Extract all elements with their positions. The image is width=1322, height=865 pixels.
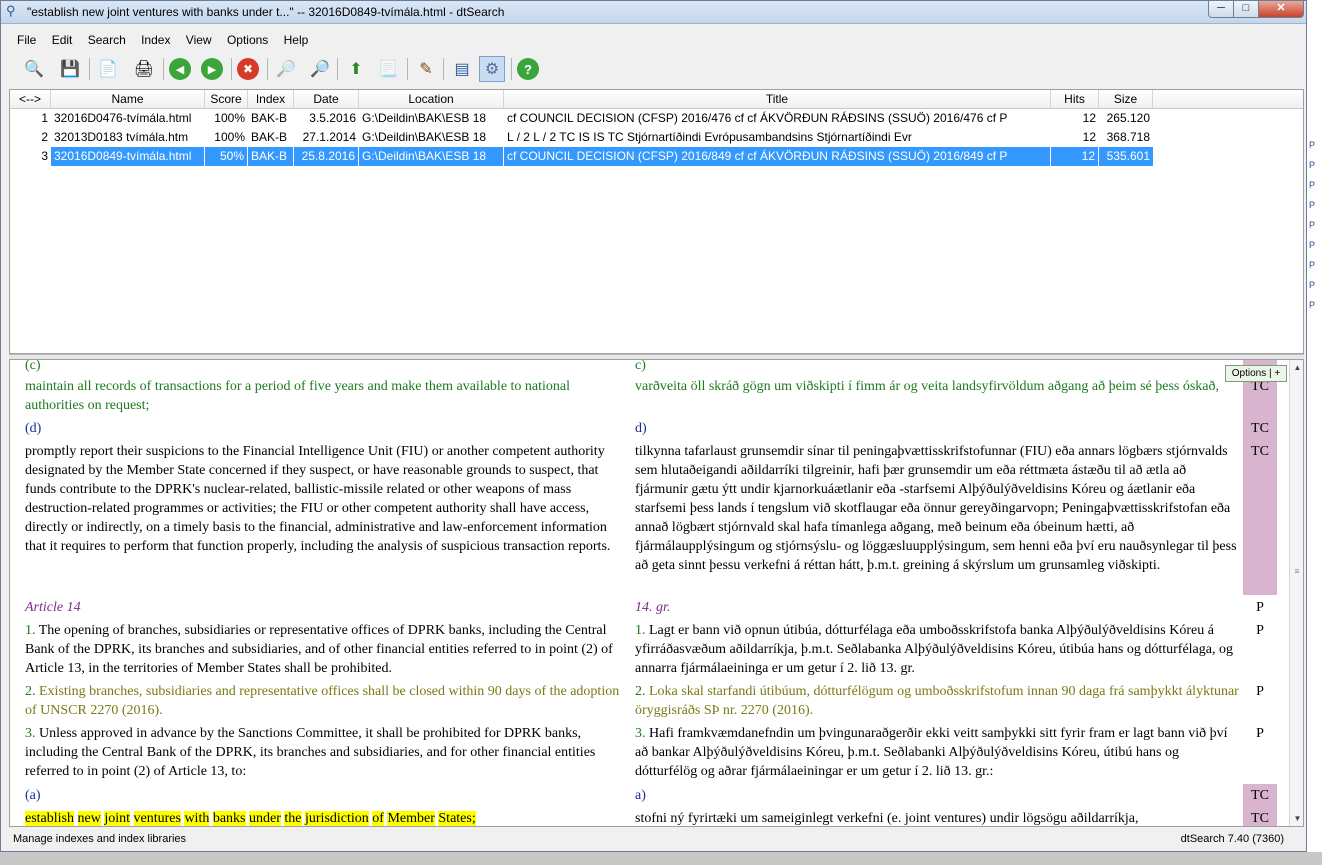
back-icon[interactable]: ◀ <box>169 58 191 80</box>
col-header-nav[interactable]: <--> <box>10 90 51 108</box>
hit-word[interactable]: new <box>77 811 101 826</box>
index-icon[interactable]: ▤ <box>449 56 475 82</box>
doc-icon[interactable]: 📃 <box>375 56 401 82</box>
table-row[interactable]: 1 32016D0476-tvímála.html 100% BAK-B 3.5… <box>10 109 1303 128</box>
stop-icon[interactable]: ✖ <box>237 58 259 80</box>
scroll-thumb-grip[interactable]: ≡ <box>1292 565 1302 577</box>
hit-word[interactable]: the <box>284 811 302 826</box>
find-prev-icon[interactable]: 🔎 <box>273 56 299 82</box>
hit-word[interactable]: Member <box>387 811 435 826</box>
menu-file[interactable]: File <box>11 31 42 49</box>
search-results-list: <--> Name Score Index Date Location Titl… <box>9 89 1304 354</box>
article-heading-en: Article 14 <box>25 600 81 615</box>
para-is-d: tilkynna tafarlaust grunsemdir sínar til… <box>635 444 1237 573</box>
para-en-1: 1. The opening of branches, subsidiaries… <box>25 623 613 676</box>
help-icon[interactable]: ? <box>517 58 539 80</box>
para-en-c: maintain all records of transactions for… <box>25 379 571 413</box>
menu-bar: File Edit Search Index View Options Help <box>11 31 314 49</box>
col-header-title[interactable]: Title <box>504 90 1051 108</box>
find-next-icon[interactable]: 🔎 <box>307 56 333 82</box>
dtsearch-app-icon: ⚲ <box>6 3 16 18</box>
hit-word[interactable]: ventures <box>133 811 181 826</box>
manage-index-icon[interactable]: ⚙ <box>479 56 505 82</box>
hit-word[interactable]: States; <box>438 811 476 826</box>
menu-search[interactable]: Search <box>82 31 132 49</box>
col-header-location[interactable]: Location <box>359 90 504 108</box>
hit-word[interactable]: joint <box>104 811 130 826</box>
para-en-3: 3. Unless approved in advance by the San… <box>25 726 596 779</box>
hit-word[interactable]: with <box>184 811 210 826</box>
menu-help[interactable]: Help <box>278 31 315 49</box>
background-window-strip: PPPPPPPPP <box>1307 0 1322 865</box>
minimize-button[interactable]: ─ <box>1208 1 1234 18</box>
toolbar: 🔍 💾 📄 🖨 ◀ ▶ ✖ 🔎 🔎 ⬆ 📃 ✎ ▤ ⚙ ? <box>17 54 1297 84</box>
hit-word[interactable]: of <box>372 811 384 826</box>
search-icon[interactable]: 🔍 <box>21 56 47 82</box>
col-header-hits[interactable]: Hits <box>1051 90 1099 108</box>
para-en-a-highlighted: establish new joint ventures with banks … <box>25 809 630 826</box>
col-header-score[interactable]: Score <box>205 90 248 108</box>
menu-view[interactable]: View <box>180 31 218 49</box>
window-title: "establish new joint ventures with banks… <box>27 5 505 19</box>
menu-edit[interactable]: Edit <box>46 31 79 49</box>
maximize-button[interactable]: □ <box>1233 1 1259 18</box>
para-en-2: 2. Existing branches, subsidiaries and r… <box>25 684 620 718</box>
edit-icon[interactable]: ✎ <box>413 56 439 82</box>
menu-options[interactable]: Options <box>221 31 274 49</box>
col-header-name[interactable]: Name <box>51 90 205 108</box>
taskbar <box>0 852 1322 865</box>
title-bar: ⚲ "establish new joint ventures with ban… <box>1 1 1306 24</box>
dtsearch-window: ⚲ "establish new joint ventures with ban… <box>0 0 1307 852</box>
options-button[interactable]: Options | + <box>1225 365 1287 382</box>
print-icon[interactable]: 🖨 <box>131 56 157 82</box>
results-header: <--> Name Score Index Date Location Titl… <box>10 90 1303 109</box>
col-header-size[interactable]: Size <box>1099 90 1153 108</box>
hit-word[interactable]: jurisdiction <box>305 811 369 826</box>
col-header-index[interactable]: Index <box>248 90 294 108</box>
status-text: Manage indexes and index libraries <box>13 833 187 845</box>
col-header-date[interactable]: Date <box>294 90 359 108</box>
copy-icon[interactable]: 📄 <box>95 56 121 82</box>
save-icon[interactable]: 💾 <box>57 56 83 82</box>
hit-word[interactable]: under <box>249 811 281 826</box>
scroll-up-icon[interactable]: ▲ <box>1290 360 1303 375</box>
document-scrollbar[interactable]: ▲ ≡ ▼ <box>1289 360 1303 826</box>
forward-icon[interactable]: ▶ <box>201 58 223 80</box>
table-row[interactable]: 2 32013D0183 tvímála.htm 100% BAK-B 27.1… <box>10 128 1303 147</box>
close-button[interactable]: ✕ <box>1258 1 1304 18</box>
menu-index[interactable]: Index <box>135 31 176 49</box>
scroll-down-icon[interactable]: ▼ <box>1290 811 1303 826</box>
hit-word[interactable]: banks <box>212 811 246 826</box>
document-viewer[interactable]: (c) c) maintain all records of transacti… <box>9 359 1304 827</box>
para-is-1: 1. Lagt er bann við opnun útibúa, dóttur… <box>635 623 1233 676</box>
version-text: dtSearch 7.40 (7360) <box>1180 833 1284 845</box>
para-en-d: promptly report their suspicions to the … <box>25 444 611 554</box>
para-is-2: 2. Loka skal starfandi útibúum, dótturfé… <box>635 684 1239 718</box>
article-heading-is: 14. gr. <box>635 600 671 615</box>
status-bar: Manage indexes and index libraries dtSea… <box>1 830 1306 850</box>
table-row-selected[interactable]: 3 32016D0849-tvímála.html 50% BAK-B 25.8… <box>10 147 1303 166</box>
para-is-3: 3. Hafi framkvæmdanefndin um þvingunarað… <box>635 726 1228 779</box>
para-is-c: varðveita öll skráð gögn um viðskipti í … <box>635 379 1220 394</box>
export-icon[interactable]: ⬆ <box>343 56 369 82</box>
hit-word[interactable]: establish <box>25 811 74 826</box>
para-is-a: stofni ný fyrirtæki um sameiginlegt verk… <box>635 811 1139 826</box>
